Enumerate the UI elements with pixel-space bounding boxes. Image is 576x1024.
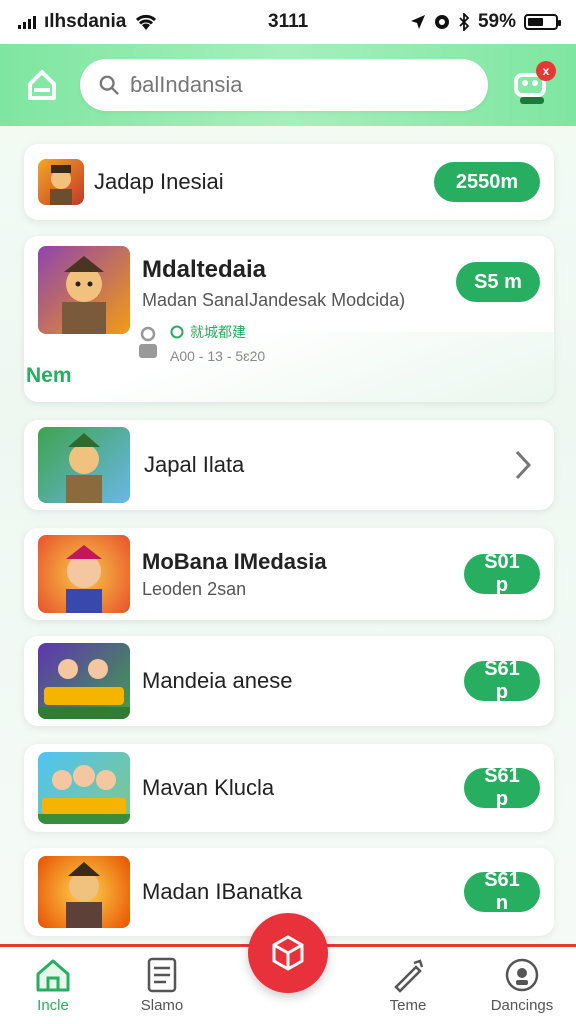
notification-badge: x: [536, 61, 556, 81]
list-item[interactable]: Mavan Klucla S61 p: [24, 744, 554, 832]
app-header: x: [0, 44, 576, 126]
nav-label: Dancings: [490, 997, 554, 1014]
battery-icon: [524, 14, 561, 30]
nav-label: Slamo: [140, 997, 184, 1014]
status-right: 59%: [410, 11, 561, 33]
install-button[interactable]: 2550m: [434, 162, 540, 202]
nav-item-teme[interactable]: Teme: [363, 957, 453, 1014]
nav-item-slamo[interactable]: Slamo: [117, 957, 207, 1014]
document-icon: [147, 957, 177, 993]
status-bar: ılhsdania 3111 59%: [0, 0, 576, 44]
list-item[interactable]: Japal Ilata: [24, 420, 554, 510]
signal-icon: [18, 15, 36, 29]
item-title: Mandeia anese: [142, 668, 293, 693]
warrior-icon: [38, 856, 130, 928]
clock: 3111: [268, 11, 309, 32]
search-bar[interactable]: [80, 59, 488, 111]
warrior-icon: [38, 159, 84, 205]
item-title: Japal Ilata: [144, 452, 245, 477]
carrier-label: ılhsdania: [44, 11, 127, 32]
item-date: A00 - 13 - 5ɛ20: [170, 348, 266, 364]
list-item[interactable]: MoBana IMedasia Leoden 2san S01 p: [24, 528, 554, 620]
featured-item[interactable]: Mdaltedaia Madan SanaIJandesak Modcida) …: [24, 236, 554, 402]
wifi-icon: [136, 14, 157, 30]
bottom-nav: Incle Slamo Teme Dancings: [0, 913, 576, 1024]
character-icon: [38, 535, 130, 613]
install-button[interactable]: S5 m: [456, 262, 540, 302]
status-left: ılhsdania: [18, 11, 158, 33]
install-button[interactable]: S61 p: [464, 765, 540, 810]
install-button[interactable]: S01 p: [464, 551, 540, 596]
cube-icon: [272, 935, 304, 971]
search-icon: [99, 75, 119, 95]
badge-icon: [170, 325, 184, 339]
item-title: MoBana IMedasia: [142, 548, 327, 574]
battery-percent: 59%: [477, 11, 516, 32]
item-title: Madan IBanatka: [142, 879, 303, 904]
game-logo-icon: [38, 643, 130, 719]
nav-label: Teme: [389, 997, 427, 1014]
warrior-icon: [38, 246, 130, 334]
group-icon: [38, 752, 130, 824]
bluetooth-icon: [459, 13, 470, 31]
center-action-button[interactable]: [248, 913, 328, 993]
item-subtitle: Madan SanaIJandesak Modcida): [142, 290, 406, 310]
warrior-icon: [38, 427, 130, 503]
nav-item-dancings[interactable]: Dancings: [477, 957, 567, 1014]
install-button[interactable]: S61 p: [464, 658, 540, 703]
home-icon: [36, 959, 70, 992]
item-title: Jadap Inesiai: [94, 169, 224, 194]
nav-label: Incle: [37, 997, 69, 1014]
list-item[interactable]: Jadap Inesiai 2550m: [24, 144, 554, 220]
item-tag-label: 就城都建: [190, 324, 246, 340]
nav-item-home[interactable]: Incle: [8, 957, 98, 1014]
home-button[interactable]: [22, 65, 62, 105]
location-icon: [410, 15, 425, 29]
chevron-right-icon[interactable]: [514, 449, 532, 481]
user-icon: [139, 326, 157, 358]
search-input[interactable]: [129, 72, 470, 98]
circle-icon: [505, 958, 539, 992]
item-title: Mdaltedaia: [142, 256, 267, 283]
list-item[interactable]: Mandeia anese S61 p: [24, 636, 554, 726]
new-tag: Nem: [26, 364, 72, 387]
profile-button[interactable]: x: [506, 61, 556, 109]
home-icon: [28, 70, 56, 100]
item-subtitle: Leoden 2san: [142, 578, 247, 599]
alarm-icon: [434, 15, 449, 29]
install-button[interactable]: S61 n: [464, 869, 540, 914]
item-title: Mavan Klucla: [142, 775, 275, 800]
brush-icon: [394, 959, 424, 993]
